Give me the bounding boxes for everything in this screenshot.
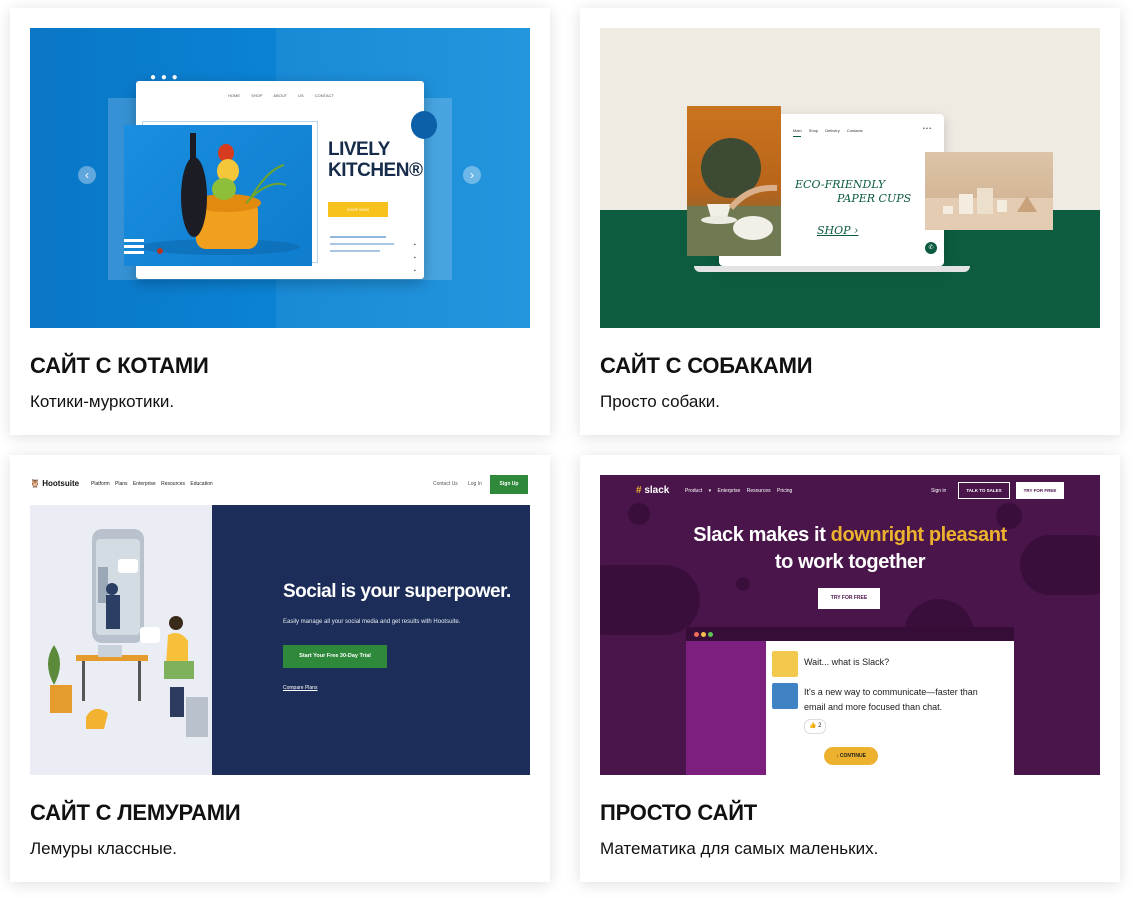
card-title: САЙТ С СОБАКАМИ [600, 353, 813, 378]
message-2: It's a new way to communicate—faster tha… [804, 687, 978, 712]
portfolio-card-just-site[interactable]: # slack Product ▾ Enterprise Resources P… [580, 455, 1120, 882]
prev-arrow-icon[interactable]: ‹ [78, 166, 96, 184]
slack-site-preview[interactable]: # slack Product ▾ Enterprise Resources P… [600, 475, 1100, 775]
phone-icon[interactable]: ✆ [925, 242, 937, 254]
card-title: ПРОСТО САЙТ [600, 800, 758, 825]
nav-shop: SHOP [251, 93, 263, 98]
accent-circle [411, 111, 437, 139]
app-sidebar [686, 641, 766, 775]
shop-now-button[interactable]: SHOP NOW [328, 202, 388, 217]
talk-to-sales-button[interactable]: TALK TO SALES [958, 482, 1010, 499]
hero-heading: LIVELY KITCHEN® [328, 139, 423, 181]
compare-plans-link[interactable]: Compare Plans [283, 685, 317, 691]
try-free-top-button[interactable]: TRY FOR FREE [1016, 482, 1064, 499]
lemurs-site-preview[interactable]: 🦉 Hootsuite Platform Plans Enterprise Re… [30, 475, 530, 775]
nav-contact: CONTACT [314, 93, 334, 98]
cups-photo-right [925, 152, 1053, 230]
card-title: САЙТ С КОТАМИ [30, 353, 209, 378]
signin-link[interactable]: Sign in [931, 488, 946, 494]
mock-app-window: Wait... what is Slack? It's a new way to… [686, 627, 1014, 775]
hero-subtext: Easily manage all your social media and … [283, 619, 461, 625]
card-description: Лемуры классные. [30, 839, 177, 858]
mock-nav: HOME SHOP ABOUT US CONTACT [228, 93, 334, 98]
mock-nav: Product ▾ Enterprise Resources Pricing [685, 488, 793, 494]
login-link[interactable]: Log In [468, 481, 482, 487]
avatar [772, 651, 798, 677]
avatar [772, 683, 798, 709]
shop-link[interactable]: SHOP › [817, 224, 858, 237]
slack-logo[interactable]: # slack [636, 485, 669, 496]
mock-nav: Platform Plans Enterprise Resources Educ… [91, 481, 213, 487]
try-free-button[interactable]: TRY FOR FREE [818, 588, 880, 609]
card-title: САЙТ С ЛЕМУРАМИ [30, 800, 241, 825]
next-arrow-icon[interactable]: › [463, 166, 481, 184]
message-1: Wait... what is Slack? [804, 657, 890, 667]
trial-button[interactable]: Start Your Free 30-Day Trial [283, 645, 387, 668]
cats-site-preview[interactable]: ● ● ● ‹ › HOME SHOP ABOUT US CONTACT LIV… [30, 28, 530, 328]
nav-about: ABOUT US [273, 93, 304, 98]
portfolio-card-lemurs[interactable]: 🦉 Hootsuite Platform Plans Enterprise Re… [10, 455, 550, 882]
portfolio-card-dogs[interactable]: Main Shop Delivery Contacts • • • ECO-FR… [580, 8, 1120, 435]
card-description: Котики-муркотики. [30, 392, 175, 411]
signup-button[interactable]: Sign Up [490, 475, 528, 494]
card-description: Математика для самых маленьких. [600, 839, 879, 858]
hero-heading: ECO-FRIENDLY PAPER CUPS [795, 178, 912, 205]
card-description: Просто собаки. [600, 392, 721, 411]
mock-nav: Main Shop Delivery Contacts [793, 128, 863, 133]
continue-button[interactable]: ↓ CONTINUE [824, 747, 878, 765]
reaction-badge[interactable]: 👍 2 [804, 719, 827, 734]
illustration-panel [30, 505, 212, 775]
laptop-base [694, 266, 970, 272]
nav-home: HOME [228, 93, 240, 98]
kitchen-photo [124, 125, 312, 266]
contact-link[interactable]: Contact Us [433, 481, 458, 487]
hero-headline: Slack makes it downright pleasant to wor… [693, 524, 1007, 573]
cups-photo-left [687, 106, 781, 256]
portfolio-card-cats[interactable]: ● ● ● ‹ › HOME SHOP ABOUT US CONTACT LIV… [10, 8, 550, 435]
hootsuite-logo[interactable]: 🦉 Hootsuite [30, 479, 79, 488]
hero-headline: Social is your superpower. [283, 581, 511, 602]
hero-panel: Social is your superpower. Easily manage… [212, 505, 530, 775]
dogs-site-preview[interactable]: Main Shop Delivery Contacts • • • ECO-FR… [600, 28, 1100, 328]
social-icons: ▪ ▪ ▪ [414, 242, 416, 274]
